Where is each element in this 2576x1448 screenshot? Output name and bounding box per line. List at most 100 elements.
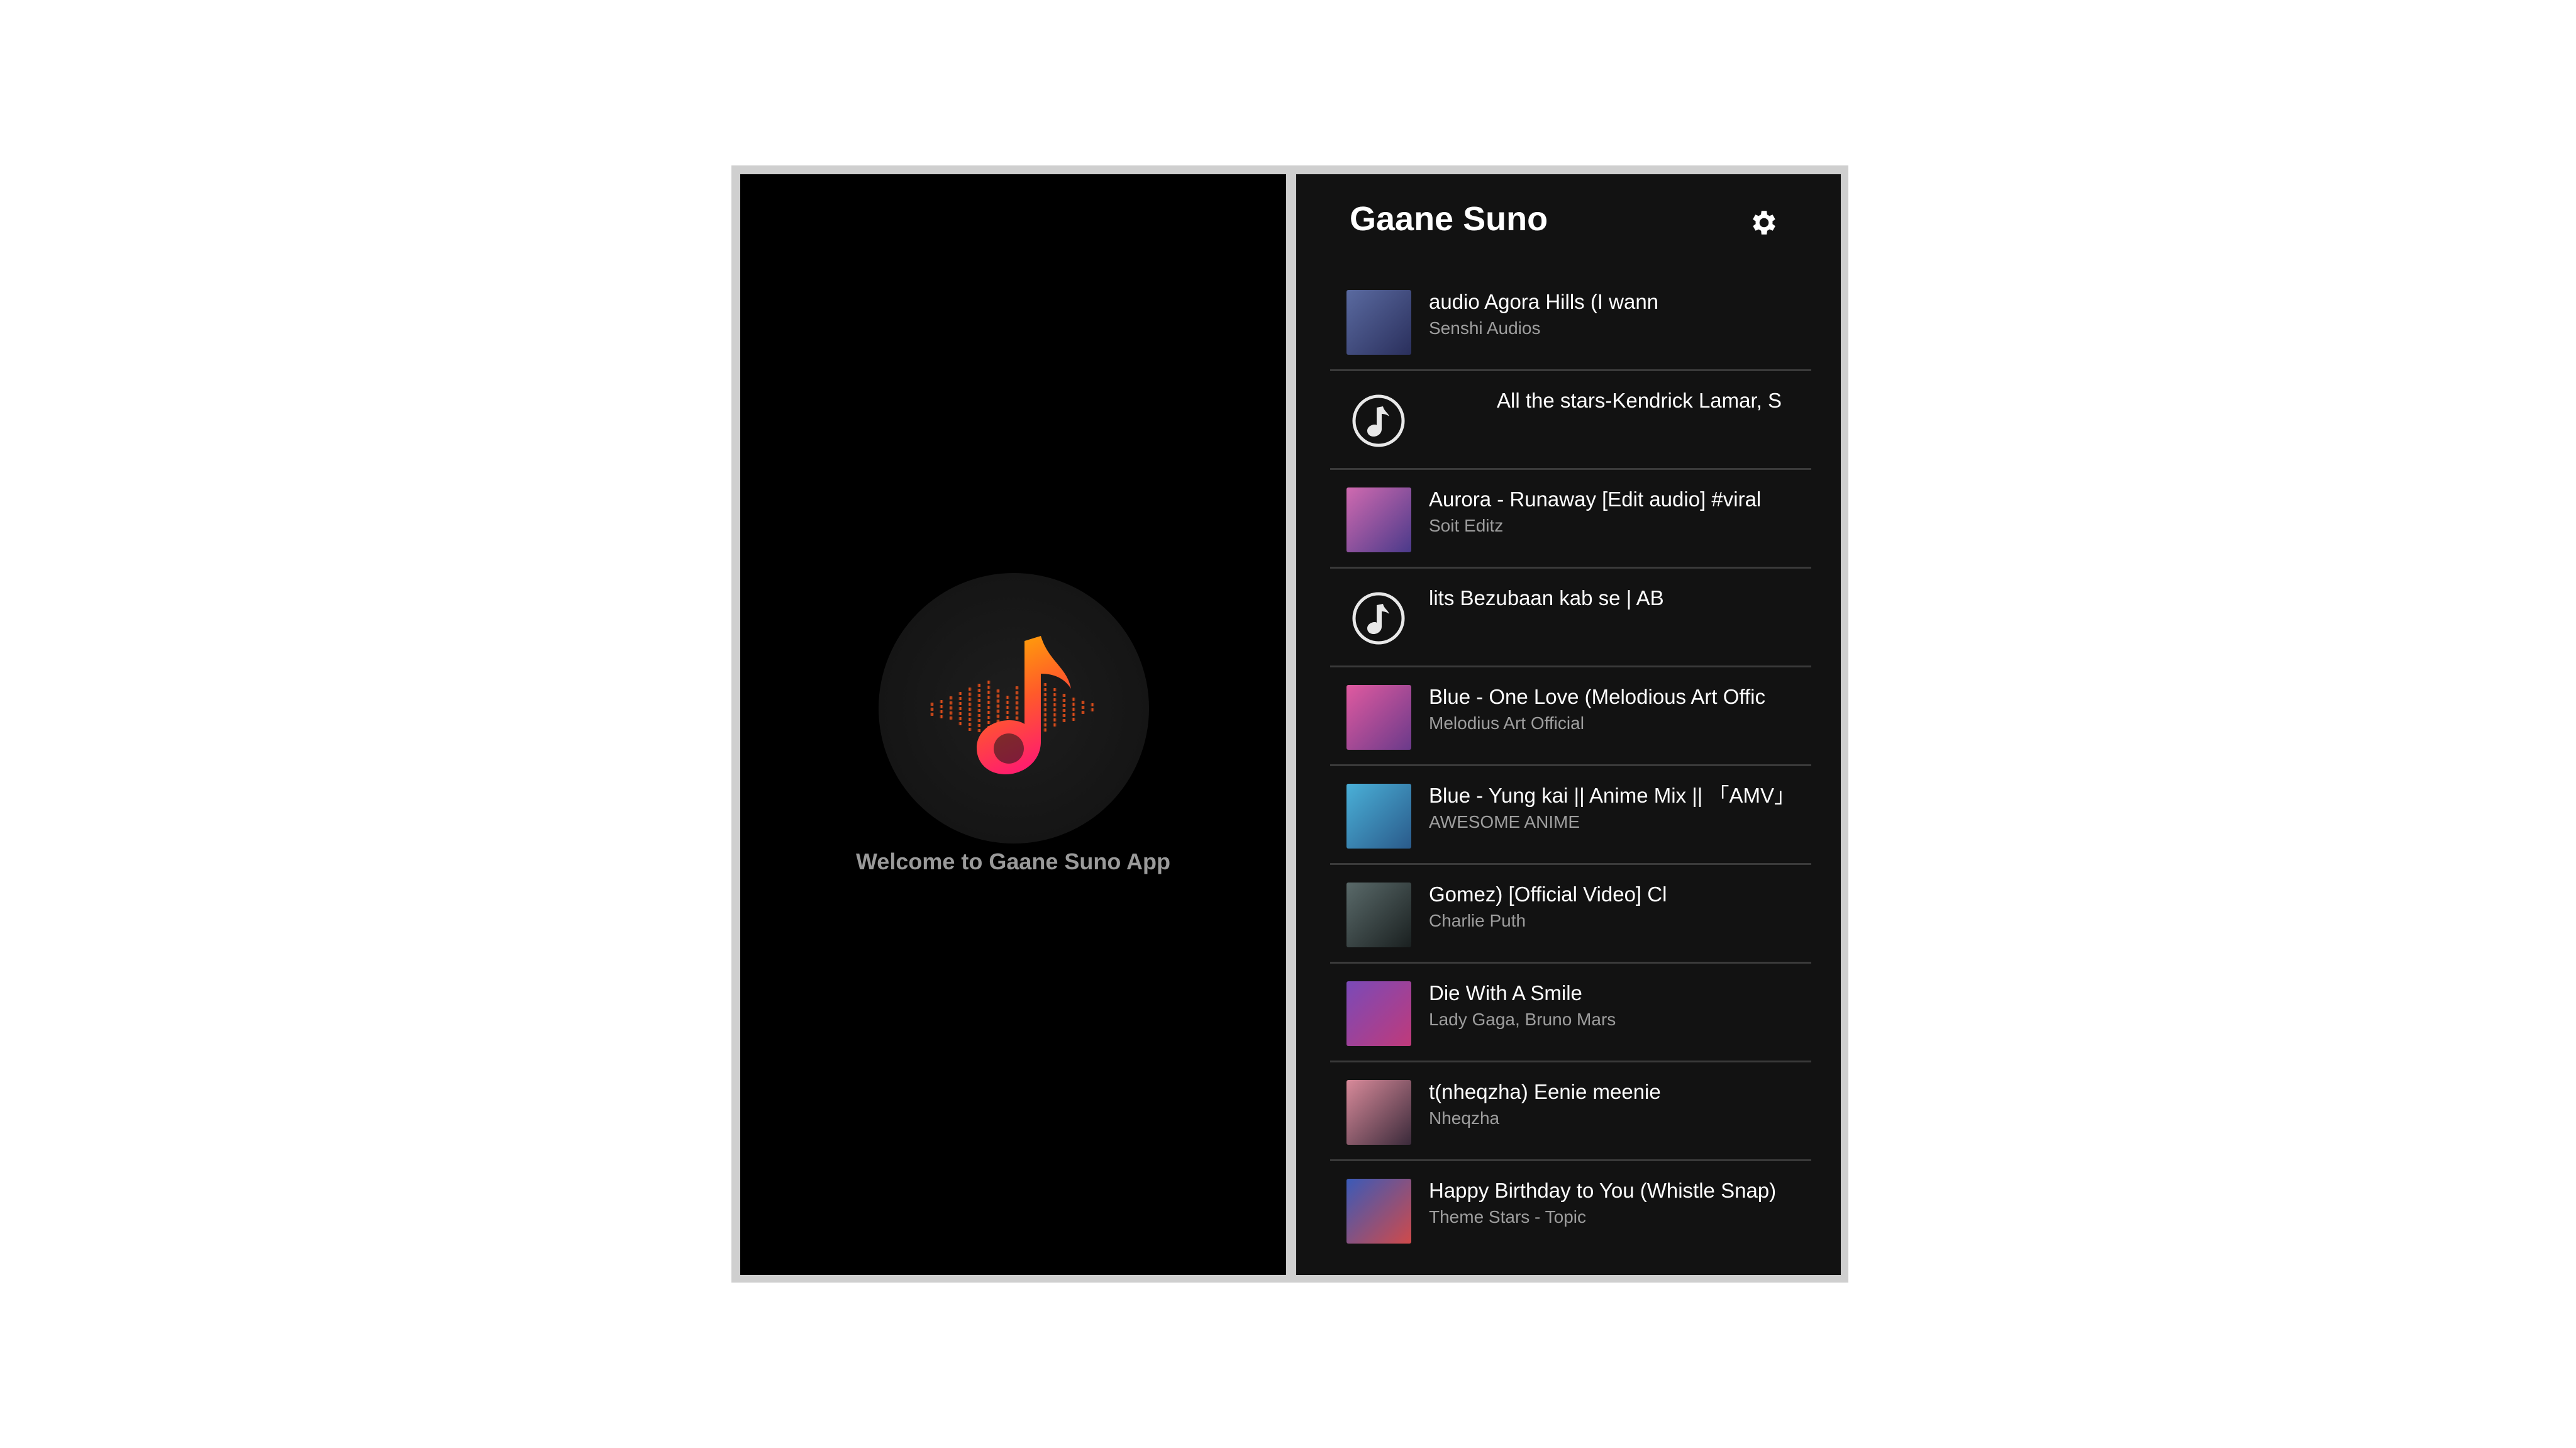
song-title: audio Agora Hills (I wann (1429, 290, 1659, 313)
equalizer-bar (987, 706, 991, 709)
music-note-icon (1352, 394, 1405, 447)
equalizer-bar (1053, 708, 1057, 711)
song-row[interactable]: Gomez) [Official Video] Cl Charlie Puth (1330, 865, 1811, 964)
equalizer-bar (1053, 703, 1057, 706)
equalizer-bar (1006, 701, 1009, 704)
equalizer-bar (968, 713, 972, 716)
song-row[interactable]: Blue - One Love (Melodious Art Offic Melo… (1330, 667, 1811, 766)
welcome-text: Welcome to Gaane Suno App (855, 849, 1171, 874)
equalizer-bar (968, 693, 972, 696)
equalizer-bar (1015, 696, 1019, 699)
song-row[interactable]: lits Bezubaan kab se | AB (1330, 569, 1811, 667)
music-note-icon (1352, 592, 1405, 645)
equalizer-bar (949, 701, 953, 705)
equalizer-bar (1043, 728, 1047, 732)
equalizer-bar (977, 719, 981, 722)
song-row[interactable]: audio Agora Hills (I wann Senshi Audios (1330, 272, 1811, 371)
equalizer-bar (1091, 703, 1094, 706)
equalizer-bar (1006, 716, 1009, 719)
equalizer-bar (1053, 718, 1057, 721)
equalizer-bar (930, 703, 934, 706)
equalizer-bar (977, 699, 981, 702)
song-row[interactable]: Die With A Smile Lady Gaga, Bruno Mars (1330, 964, 1811, 1062)
equalizer-bar (940, 700, 943, 703)
splash-screen: Welcome to Gaane Suno App (740, 174, 1286, 1275)
equalizer-bar (977, 714, 981, 717)
app-header: Gaane Suno (1296, 174, 1841, 269)
song-thumbnail (1346, 883, 1411, 947)
song-title: Die With A Smile (1429, 981, 1582, 1005)
song-row[interactable]: All the stars-Kendrick Lamar, S (1330, 371, 1811, 470)
song-row[interactable]: Happy Birthday to You (Whistle Snap) Them… (1330, 1161, 1811, 1260)
equalizer-bar (987, 711, 991, 714)
song-title: Gomez) [Official Video] Cl (1429, 883, 1667, 906)
equalizer-bar (1062, 709, 1066, 712)
equalizer-bar (968, 718, 972, 721)
equalizer-bar (940, 715, 943, 718)
equalizer-bar (1006, 706, 1009, 709)
equalizer-bar (987, 686, 991, 689)
equalizer-bar (958, 717, 962, 720)
equalizer-bar (1043, 723, 1047, 727)
equalizer-bar (1015, 701, 1019, 705)
equalizer-bar (1043, 693, 1047, 696)
equalizer-bar (949, 706, 953, 710)
song-row[interactable]: Aurora - Runaway [Edit audio] #viral Soit… (1330, 470, 1811, 569)
song-list-screen: Gaane Suno audio Agora Hills (I wann Sens… (1296, 174, 1841, 1275)
equalizer-bar (1015, 686, 1019, 689)
equalizer-bar (1043, 713, 1047, 716)
equalizer-bar (968, 728, 972, 731)
equalizer-bar (1062, 714, 1066, 717)
equalizer-bar (977, 689, 981, 692)
equalizer-bar (987, 701, 991, 704)
equalizer-bar (1043, 698, 1047, 701)
song-artist: AWESOME ANIME (1429, 812, 1580, 832)
song-row[interactable]: Blue - Yung kai || Anime Mix || 「AMV」 AWE… (1330, 766, 1811, 865)
equalizer-bar (968, 723, 972, 726)
equalizer-bar (996, 699, 1000, 703)
equalizer-bar (958, 712, 962, 715)
equalizer-bar (1053, 723, 1057, 727)
song-title: Aurora - Runaway [Edit audio] #viral (1429, 487, 1762, 511)
equalizer-bar (1053, 713, 1057, 716)
equalizer-bar (977, 709, 981, 712)
equalizer-bar (1062, 694, 1066, 697)
music-note-equalizer-icon (930, 636, 1094, 774)
equalizer-bar (930, 713, 934, 716)
equalizer-bar (958, 697, 962, 700)
equalizer-bar (987, 696, 991, 699)
gear-icon[interactable] (1748, 207, 1780, 238)
equalizer-bar (949, 716, 953, 720)
equalizer-bar (958, 707, 962, 710)
song-row[interactable]: t(nheqzha) Eenie meenie Nheqzha (1330, 1062, 1811, 1161)
equalizer-bar (987, 691, 991, 694)
equalizer-bar (1006, 696, 1009, 699)
song-artist: Charlie Puth (1429, 911, 1526, 930)
equalizer-bar (1053, 698, 1057, 701)
equalizer-bar (977, 684, 981, 687)
equalizer-bar (996, 694, 1000, 698)
equalizer-bar (1062, 719, 1066, 722)
equalizer-bar (977, 694, 981, 697)
song-thumbnail (1346, 981, 1411, 1046)
equalizer-bar (996, 689, 1000, 693)
app-logo (879, 573, 1149, 844)
song-artist: Melodius Art Official (1429, 713, 1584, 733)
equalizer-bar (1081, 706, 1085, 709)
equalizer-bar (1072, 718, 1075, 721)
equalizer-bar (1072, 698, 1075, 701)
equalizer-bar (977, 704, 981, 707)
song-thumbnail (1346, 1080, 1411, 1145)
equalizer-bar (1053, 688, 1057, 691)
song-list: audio Agora Hills (I wann Senshi Audios A… (1330, 272, 1811, 1260)
song-title: All the stars-Kendrick Lamar, S (1497, 389, 1782, 412)
song-thumbnail (1346, 487, 1411, 552)
equalizer-bar (940, 710, 943, 713)
equalizer-bar (996, 705, 1000, 708)
song-thumbnail (1346, 784, 1411, 849)
song-title: t(nheqzha) Eenie meenie (1429, 1080, 1661, 1103)
equalizer-bar (987, 716, 991, 719)
song-thumbnail (1346, 685, 1411, 750)
equalizer-bar (1015, 711, 1019, 715)
equalizer-bar (1091, 708, 1094, 711)
